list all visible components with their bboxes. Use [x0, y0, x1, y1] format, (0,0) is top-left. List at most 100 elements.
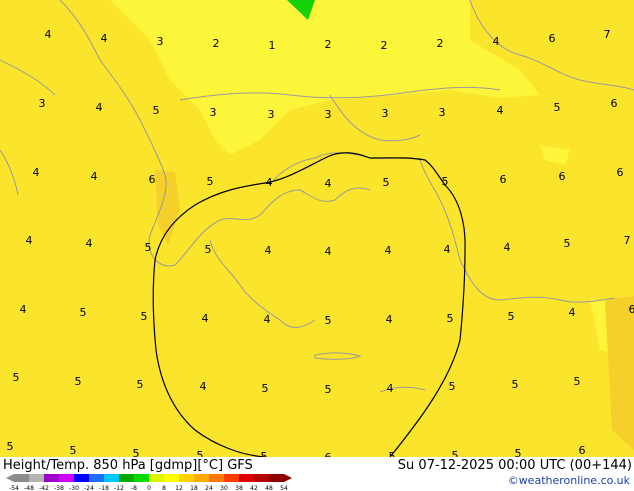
colorbar-tick-label: 38: [235, 485, 243, 491]
credit-link[interactable]: ©weatheronline.co.uk: [508, 474, 630, 487]
temperature-label: 4: [20, 303, 27, 316]
temperature-label: 6: [617, 166, 624, 179]
temperature-label: 5: [512, 378, 519, 391]
temperature-label: 3: [325, 108, 332, 121]
temperature-label: 5: [449, 380, 456, 393]
temperature-label: 5: [133, 447, 140, 457]
temperature-label: 4: [325, 177, 332, 190]
temperature-label: 7: [624, 234, 631, 247]
temperature-label: 4: [386, 313, 393, 326]
temperature-label: 3: [382, 107, 389, 120]
colorbar-tick-label: -48: [24, 485, 34, 491]
temperature-label: 4: [264, 313, 271, 326]
colorbar-tick-label: 54: [280, 485, 288, 491]
colorbar-segment: [269, 474, 285, 482]
temperature-label: 4: [387, 382, 394, 395]
colorbar-segment: [254, 474, 270, 482]
colorbar-tick-label: 18: [190, 485, 198, 491]
colorbar-segment: [194, 474, 210, 482]
colorbar-segment: [179, 474, 195, 482]
temperature-label: 4: [504, 241, 511, 254]
colorbar-segment: [44, 474, 60, 482]
temperature-label: 4: [45, 28, 52, 41]
temperature-label: 6: [579, 444, 586, 457]
temperature-label: 5: [70, 444, 77, 457]
temperature-label: 1: [269, 39, 276, 52]
colorbar-segment: [164, 474, 180, 482]
temperature-label: 5: [325, 314, 332, 327]
colorbar-tick-label: -12: [114, 485, 124, 491]
temperature-label: 5: [145, 241, 152, 254]
colorbar-tick-label: -42: [39, 485, 49, 491]
temperature-label: 5: [262, 382, 269, 395]
temperature-label: 3: [210, 106, 217, 119]
temperature-label: 4: [497, 104, 504, 117]
temperature-label: 5: [137, 378, 144, 391]
colorbar-tick-label: 0: [147, 485, 151, 491]
temperature-label: 4: [33, 166, 40, 179]
temperature-label: 4: [444, 243, 451, 256]
temperature-label: 3: [39, 97, 46, 110]
colorbar-tick-label: 12: [175, 485, 183, 491]
temperature-label: 4: [101, 32, 108, 45]
colorbar-segment: [209, 474, 225, 482]
temperature-label: 4: [200, 380, 207, 393]
temperature-label: 5: [205, 243, 212, 256]
temperature-label: 3: [157, 35, 164, 48]
colorbar-tick-label: -8: [131, 485, 137, 491]
temperature-label: 5: [442, 175, 449, 188]
colorbar-segment: [59, 474, 75, 482]
temperature-label: 5: [515, 447, 522, 457]
colorbar-segment: [104, 474, 120, 482]
temperature-label: 5: [80, 306, 87, 319]
colorbar-segment: [74, 474, 90, 482]
temperature-label: 4: [96, 101, 103, 114]
temperature-label: 3: [439, 106, 446, 119]
colorbar-tick-label: -24: [84, 485, 94, 491]
colorbar-segment: [134, 474, 150, 482]
temperature-label: 5: [141, 310, 148, 323]
colorbar-tick-label: 30: [220, 485, 228, 491]
temperature-label: 5: [197, 449, 204, 457]
colorbar-tick-label: -54: [9, 485, 19, 491]
temperature-label: 5: [325, 383, 332, 396]
temperature-label: 5: [13, 371, 20, 384]
temperature-label: 5: [452, 449, 459, 457]
colorbar-segment: [224, 474, 240, 482]
temperature-label: 4: [86, 237, 93, 250]
colorbar-tick-label: 48: [265, 485, 273, 491]
colorbar-segment: [149, 474, 165, 482]
colorbar-segment: [29, 474, 45, 482]
colorbar: [6, 473, 296, 483]
temperature-label: 4: [202, 312, 209, 325]
temperature-label: 4: [266, 176, 273, 189]
temperature-label: 5: [447, 312, 454, 325]
map-footer: Height/Temp. 850 hPa [gdmp][°C] GFS Su 0…: [0, 457, 634, 490]
temperature-label: 6: [500, 173, 507, 186]
temperature-label: 5: [261, 450, 268, 457]
temperature-label: 6: [549, 32, 556, 45]
colorbar-tick-label: 42: [250, 485, 258, 491]
temperature-label: 4: [385, 244, 392, 257]
temperature-label: 5: [207, 175, 214, 188]
temperature-label: 4: [26, 234, 33, 247]
colorbar-tick-label: 8: [162, 485, 166, 491]
map-title: Height/Temp. 850 hPa [gdmp][°C] GFS: [3, 458, 253, 473]
temperature-label: 4: [569, 306, 576, 319]
temperature-label: 5: [389, 450, 396, 457]
temperature-label: 5: [508, 310, 515, 323]
temperature-label: 5: [564, 237, 571, 250]
colorbar-segment: [14, 474, 30, 482]
colorbar-tick-label: -38: [54, 485, 64, 491]
weather-map: 4432122246734533333456446544556664455444…: [0, 0, 634, 457]
forecast-datetime: Su 07-12-2025 00:00 UTC (00+144): [398, 458, 632, 473]
temperature-label: 2: [437, 37, 444, 50]
temperature-label: 2: [213, 37, 220, 50]
temperature-label: 5: [383, 176, 390, 189]
temperature-label: 7: [604, 28, 611, 41]
colorbar-segment: [119, 474, 135, 482]
temperature-label: 5: [7, 440, 14, 453]
colorbar-segment: [239, 474, 255, 482]
temperature-label: 4: [91, 170, 98, 183]
colorbar-right-arrow: [284, 474, 292, 482]
